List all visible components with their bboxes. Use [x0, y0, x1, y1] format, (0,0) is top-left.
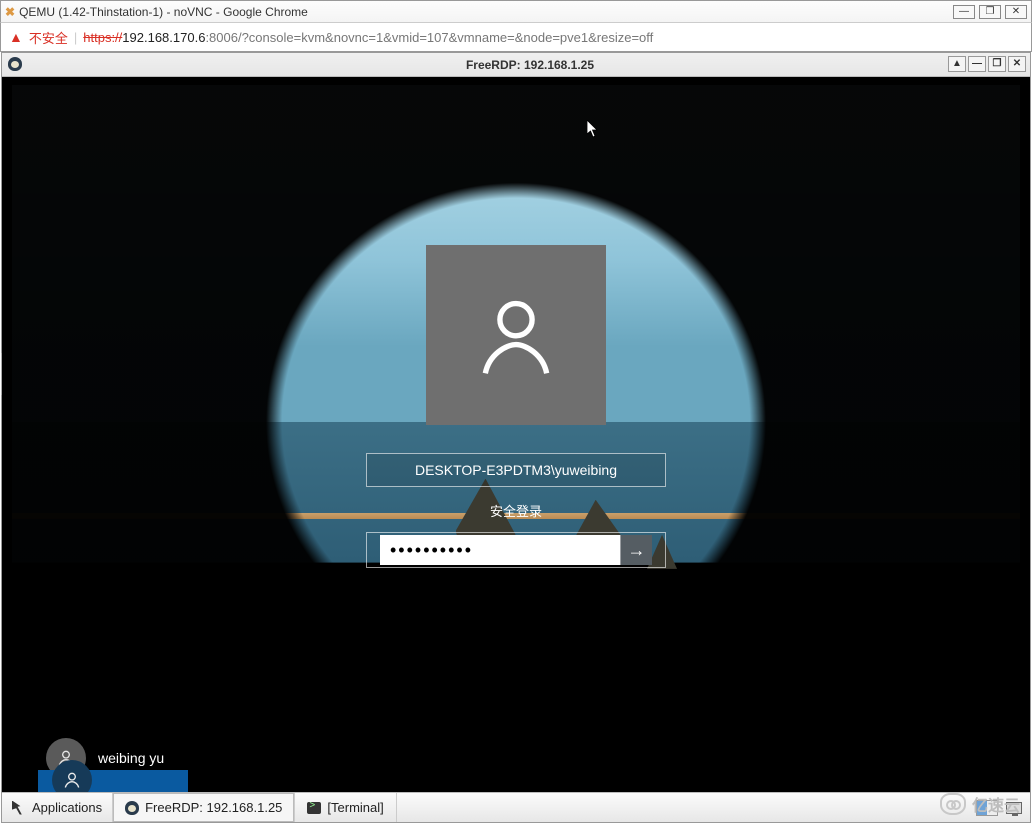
submit-login-button[interactable]: → — [620, 535, 652, 565]
freerdp-maximize-button[interactable]: ❐ — [988, 56, 1006, 72]
selected-user-avatar — [52, 760, 92, 792]
chrome-window-title: QEMU (1.42-Thinstation-1) - noVNC - Goog… — [19, 5, 953, 19]
novnc-viewport: FreeRDP: 192.168.1.25 ▲ — ❐ ✕ ▶ — [1, 52, 1031, 823]
chrome-minimize-button[interactable]: — — [953, 5, 975, 19]
insecure-label: 不安全 — [29, 28, 68, 47]
display-tray-icon[interactable] — [1006, 802, 1022, 814]
other-user-name: weibing yu — [98, 750, 164, 766]
windows-login-panel: DESKTOP-E3PDTM3\yuweibing 安全登录 → — [366, 245, 666, 568]
freerdp-window-title: FreeRDP: 192.168.1.25 — [30, 58, 1030, 72]
arrow-right-icon: → — [628, 540, 646, 561]
applications-label: Applications — [32, 800, 102, 815]
taskbar-item-terminal[interactable]: [Terminal] — [295, 793, 396, 822]
password-row: → — [366, 532, 666, 568]
taskbar-item-label: FreeRDP: 192.168.1.25 — [145, 800, 282, 815]
applications-menu-button[interactable]: Applications — [2, 793, 113, 822]
url-host: 192.168.170.6 — [122, 30, 205, 45]
url-scheme: https:// — [83, 30, 122, 45]
rdp-remote-screen[interactable]: DESKTOP-E3PDTM3\yuweibing 安全登录 → weibing… — [2, 77, 1030, 792]
chrome-maximize-button[interactable]: ❐ — [979, 5, 1001, 19]
chrome-app-icon: ✖ — [5, 5, 15, 19]
username-display: DESKTOP-E3PDTM3\yuweibing — [366, 453, 666, 487]
url-path: :8006/?console=kvm&novnc=1&vmid=107&vmna… — [205, 30, 653, 45]
urlbar-separator: | — [74, 30, 77, 45]
mouse-cursor-icon — [587, 120, 599, 138]
user-icon — [62, 770, 82, 790]
insecure-warning-icon: ▲ — [9, 29, 23, 45]
user-avatar-tile — [426, 245, 606, 425]
taskbar-item-label: [Terminal] — [327, 800, 383, 815]
freerdp-minimize-button[interactable]: — — [968, 56, 986, 72]
freerdp-rollup-button[interactable]: ▲ — [948, 56, 966, 72]
chrome-close-button[interactable]: ✕ — [1005, 5, 1027, 19]
system-tray — [968, 800, 1030, 816]
selected-user-tile[interactable] — [38, 770, 188, 792]
freerdp-app-icon — [8, 57, 24, 73]
workspace-switcher-icon[interactable] — [976, 800, 998, 816]
user-icon — [470, 289, 562, 381]
secure-login-label: 安全登录 — [366, 501, 666, 520]
password-input[interactable] — [380, 535, 620, 565]
freerdp-close-button[interactable]: ✕ — [1008, 56, 1026, 72]
freerdp-window-titlebar[interactable]: FreeRDP: 192.168.1.25 ▲ — ❐ ✕ — [2, 53, 1030, 77]
terminal-icon — [307, 802, 321, 814]
taskbar-item-freerdp[interactable]: FreeRDP: 192.168.1.25 — [113, 793, 295, 822]
chrome-url-bar[interactable]: ▲ 不安全 | https://192.168.170.6:8006/?cons… — [0, 22, 1032, 52]
chrome-titlebar: ✖ QEMU (1.42-Thinstation-1) - noVNC - Go… — [0, 0, 1032, 22]
freerdp-task-icon — [125, 801, 139, 815]
applications-icon — [12, 801, 26, 815]
xfce-taskbar: Applications FreeRDP: 192.168.1.25 [Term… — [2, 792, 1030, 822]
